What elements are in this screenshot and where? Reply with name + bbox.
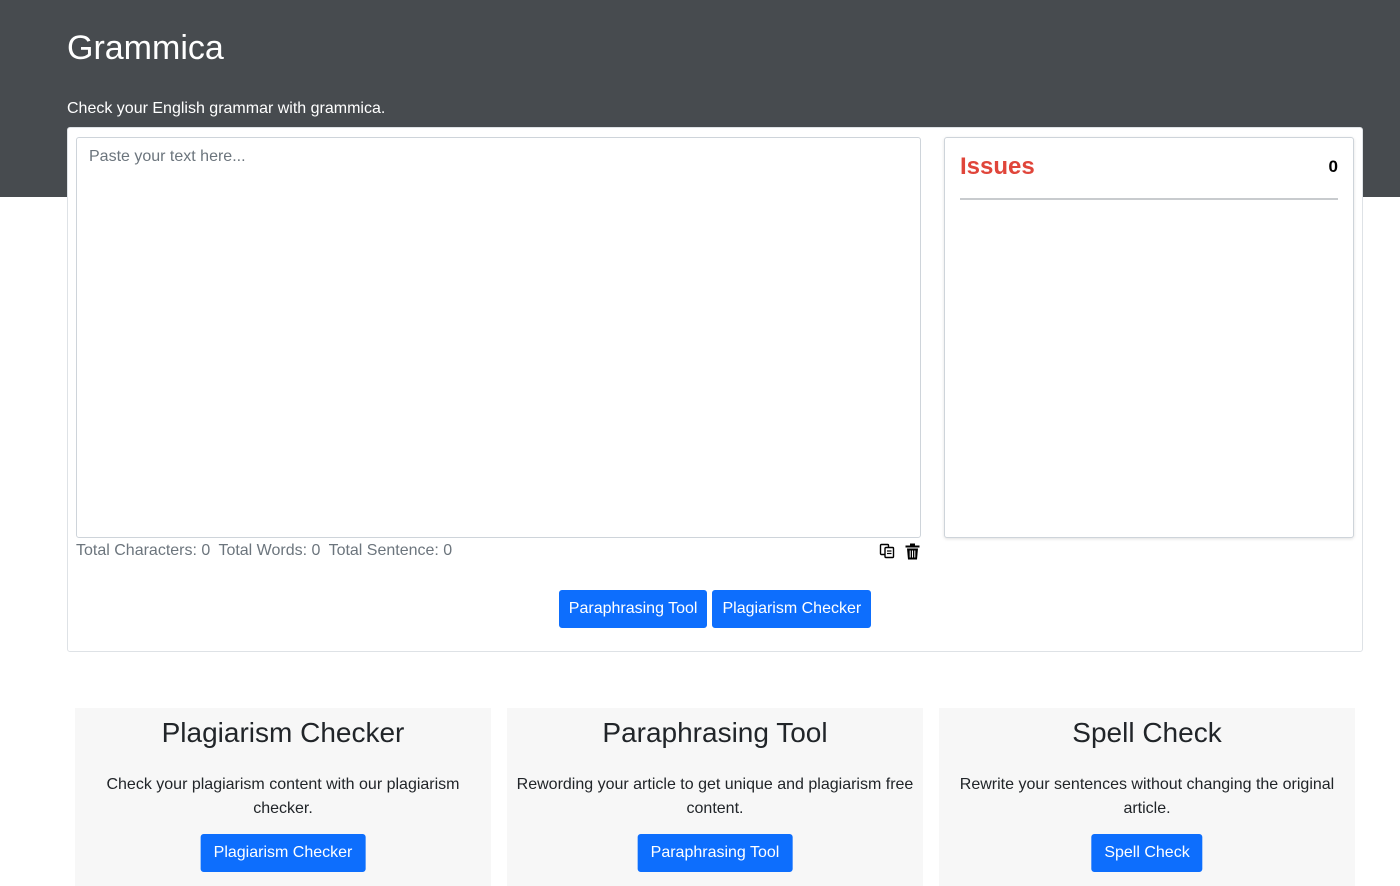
total-characters: Total Characters: 0 — [76, 542, 211, 559]
plagiarism-checker-button[interactable]: Plagiarism Checker — [712, 590, 872, 628]
issues-divider — [960, 198, 1338, 200]
features-section: Plagiarism Checker Check your plagiarism… — [75, 708, 1355, 886]
issues-panel: Issues 0 — [944, 137, 1354, 538]
plagiarism-checker-feature-button[interactable]: Plagiarism Checker — [200, 834, 366, 872]
spell-check-feature-button[interactable]: Spell Check — [1091, 834, 1203, 872]
paraphrasing-tool-button[interactable]: Paraphrasing Tool — [558, 590, 708, 628]
total-sentences: Total Sentence: 0 — [328, 542, 453, 559]
issues-count: 0 — [1328, 157, 1338, 176]
copy-icon[interactable] — [878, 541, 896, 561]
feature-title: Plagiarism Checker — [161, 717, 405, 748]
trash-icon[interactable] — [903, 541, 921, 561]
feature-description: Rewording your article to get unique and… — [516, 776, 914, 817]
action-buttons: Paraphrasing Tool Plagiarism Checker — [68, 590, 1362, 628]
text-input[interactable] — [76, 137, 921, 538]
checker-card: Total Characters: 0 Total Words: 0 Total… — [67, 127, 1363, 652]
feature-title: Paraphrasing Tool — [602, 717, 828, 748]
text-stats: Total Characters: 0 Total Words: 0 Total… — [76, 541, 456, 561]
feature-description: Rewrite your sentences without changing … — [959, 776, 1335, 817]
feature-card-paraphrasing: Paraphrasing Tool Rewording your article… — [507, 708, 923, 886]
tagline: Check your English grammar with grammica… — [67, 100, 386, 117]
paraphrasing-tool-feature-button[interactable]: Paraphrasing Tool — [637, 834, 793, 872]
total-words: Total Words: 0 — [218, 542, 321, 559]
feature-card-plagiarism: Plagiarism Checker Check your plagiarism… — [75, 708, 491, 886]
issues-title: Issues — [960, 153, 1035, 180]
feature-card-spell-check: Spell Check Rewrite your sentences witho… — [939, 708, 1355, 886]
feature-description: Check your plagiarism content with our p… — [106, 776, 460, 817]
feature-title: Spell Check — [1072, 717, 1222, 748]
brand-title: Grammica — [67, 29, 224, 67]
